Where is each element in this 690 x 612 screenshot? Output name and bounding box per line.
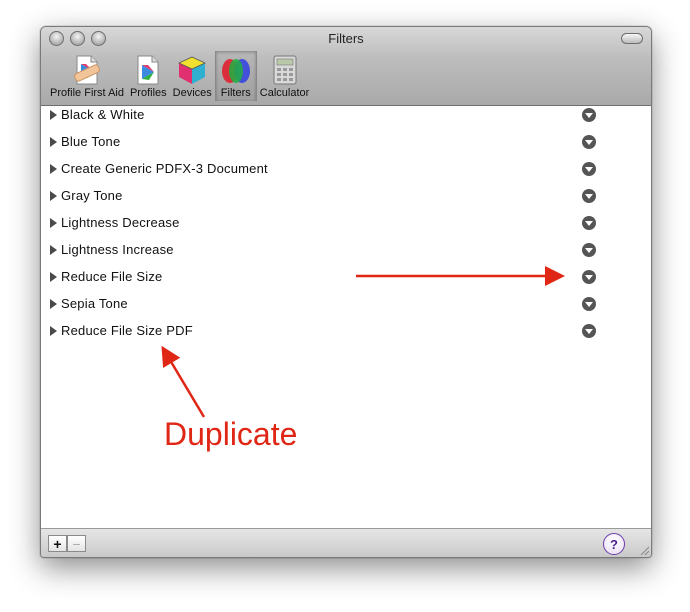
arrow-to-duplicate-filter — [161, 345, 206, 418]
annotation-arrows — [161, 266, 565, 418]
annotation-label: Duplicate — [164, 416, 298, 452]
